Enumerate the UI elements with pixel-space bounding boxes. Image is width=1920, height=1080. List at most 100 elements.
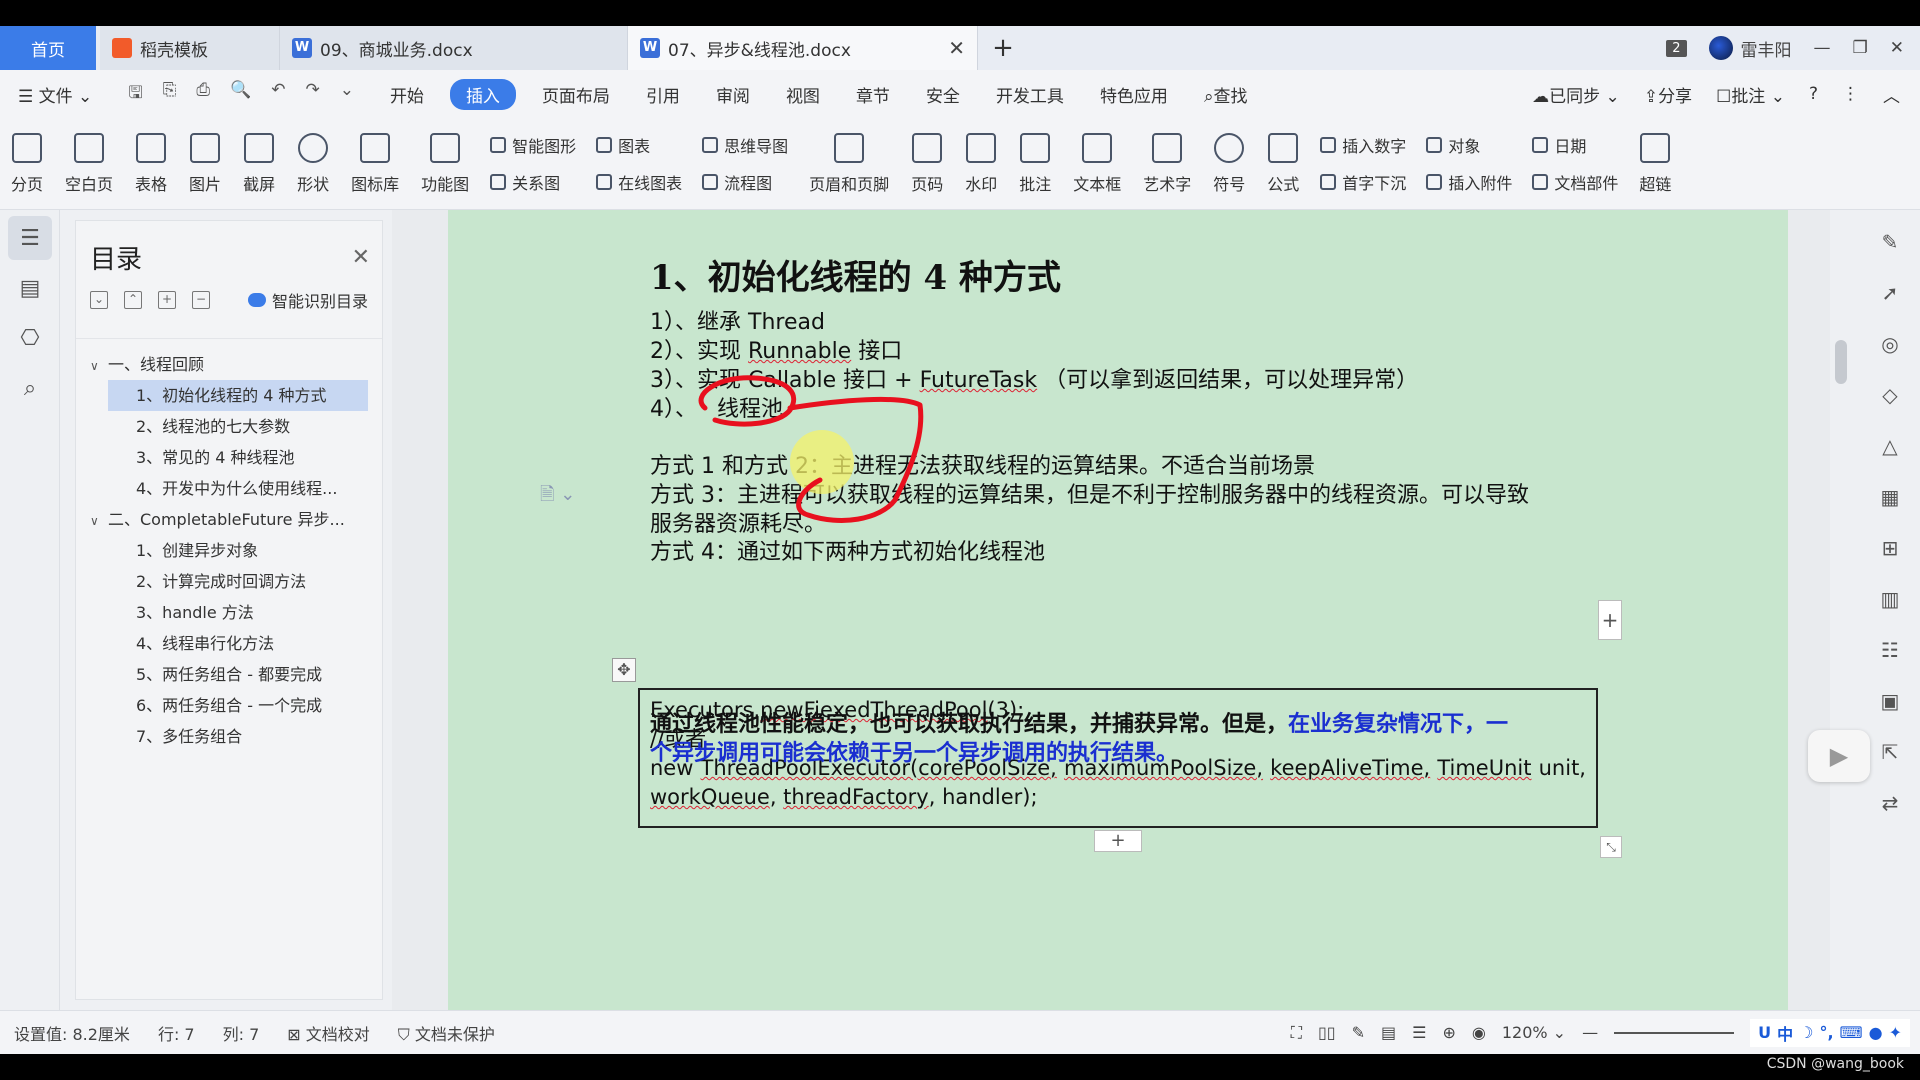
fullscreen-icon[interactable]: ⛶ [1291,1023,1302,1043]
new-tab-button[interactable]: + [978,26,1028,70]
shapes-icon[interactable]: ◇ [1875,383,1905,413]
redo-icon[interactable]: ↷ [305,80,319,109]
menu-chapter[interactable]: 章节 [838,82,908,107]
settings-sliders-icon[interactable]: ☷ [1875,638,1905,668]
user-account[interactable]: 雷丰阳 [1708,36,1792,61]
restore-icon[interactable]: ❐ [1853,38,1868,58]
ribbon-flowchart[interactable]: 流程图 [702,170,788,194]
style-icon[interactable]: △ [1875,434,1905,464]
zoom-out-icon[interactable]: — [1582,1023,1598,1042]
location-icon[interactable]: ◎ [1875,332,1905,362]
outline-view-icon[interactable]: ☰ [1412,1023,1426,1042]
ribbon-object[interactable]: 对象 [1426,133,1512,157]
search-button[interactable]: ⌕查找 [1186,82,1266,107]
tab-mall-business-doc[interactable]: W 09、商城业务.docx [280,26,628,70]
tab-home[interactable]: 首页 [0,26,96,70]
chart-tool-icon[interactable]: ▥ [1875,587,1905,617]
ribbon-hyperlink[interactable]: 超链 [1628,124,1682,204]
print-preview-icon[interactable]: 🔍 [230,80,251,109]
menu-view[interactable]: 视图 [768,82,838,107]
export-icon[interactable]: ⇱ [1875,740,1905,770]
ribbon-smart-graphic[interactable]: 智能图形 [490,133,576,157]
ribbon-blank-page[interactable]: 空白页 [54,124,124,204]
window-count-badge[interactable]: 2 [1666,39,1687,57]
ribbon-attachment[interactable]: 插入附件 [1426,170,1512,194]
save-icon[interactable]: 🖫 [128,80,142,109]
page-view-icon[interactable]: ▤ [1381,1023,1396,1042]
ribbon-table[interactable]: 表格 [124,124,178,204]
menu-start[interactable]: 开始 [372,82,442,107]
table-tool-icon[interactable]: ▦ [1875,485,1905,515]
ribbon-shape[interactable]: 形状 [286,124,340,204]
read-mode-icon[interactable]: ▯▯ [1318,1023,1336,1042]
pen-icon[interactable]: ✎ [1875,230,1905,260]
ribbon-insert-number[interactable]: 插入数字 [1320,133,1406,157]
ribbon-group-numbers: 插入数字 首字下沉 [1310,127,1416,201]
sync-status[interactable]: ☁已同步 ⌄ [1532,82,1620,107]
ribbon-doc-parts[interactable]: 文档部件 [1532,170,1618,194]
collapse-ribbon-icon[interactable]: ︿ [1883,82,1900,107]
close-window-icon[interactable]: ✕ [1890,38,1904,58]
print-icon[interactable]: ⎙ [196,80,210,109]
tab-docer-templates[interactable]: 稻壳模板 [100,26,280,70]
customize-icon[interactable]: ⌄ [340,80,354,109]
comment-button[interactable]: ☐批注 ⌄ [1716,82,1785,107]
more-icon[interactable]: ⋮ [1842,84,1859,104]
ribbon-comment[interactable]: 批注 [1008,124,1062,204]
grid-icon[interactable]: ⊞ [1875,536,1905,566]
ribbon-chart[interactable]: 图表 [596,133,682,157]
ribbon-date[interactable]: 日期 [1532,133,1618,157]
ribbon-picture[interactable]: 图片 [178,124,232,204]
floating-play-icon[interactable]: ▶ [1808,730,1870,782]
web-view-icon[interactable]: ⊕ [1442,1023,1455,1042]
ribbon-page-break[interactable]: 分页 [0,124,54,204]
menu-page-layout[interactable]: 页面布局 [524,82,628,107]
ime-toolbar[interactable]: U 中 ☽ °, ⌨ ● ✦ [1750,1018,1910,1047]
ribbon-header-footer[interactable]: 页眉和页脚 [798,124,900,204]
minimize-icon[interactable]: — [1814,38,1831,58]
menu-references[interactable]: 引用 [628,82,698,107]
proofread-button[interactable]: ⊠ 文档校对 [273,1021,384,1045]
image-tool-icon[interactable]: ▣ [1875,689,1905,719]
watermark: CSDN @wang_book [1766,1056,1904,1072]
ribbon-online-chart[interactable]: 在线图表 [596,170,682,194]
share-icon: ⇪ [1643,86,1659,107]
translate-icon[interactable]: ⇄ [1875,791,1905,821]
share-button[interactable]: ⇪分享 [1644,82,1692,107]
ribbon-label: 智能图形 [512,137,577,156]
ribbon-screenshot[interactable]: 截屏 [232,124,286,204]
ribbon-watermark[interactable]: 水印 [954,124,1008,204]
menu-features[interactable]: 特色应用 [1082,82,1186,107]
ribbon-page-number[interactable]: 页码 [900,124,954,204]
ribbon-formula[interactable]: 公式 [1256,124,1310,204]
ribbon-symbol[interactable]: 符号 [1202,124,1256,204]
menu-insert[interactable]: 插入 [449,78,516,110]
zoom-slider[interactable] [1614,1031,1735,1034]
ribbon-group-maps: 思维导图 流程图 [692,127,798,201]
help-icon[interactable]: ? [1809,84,1818,104]
menu-security[interactable]: 安全 [908,82,978,107]
bottom-black-band [0,1054,1920,1080]
ribbon-function-chart[interactable]: 功能图 [410,124,480,204]
undo-icon[interactable]: ↶ [271,80,285,109]
scroll-thumb[interactable] [1835,340,1847,384]
chart-icon [596,137,613,153]
ribbon-textbox[interactable]: 文本框 [1062,124,1132,204]
close-tab-icon[interactable]: ✕ [948,36,965,60]
ribbon-icon-library[interactable]: 图标库 [340,124,410,204]
ribbon-word-art[interactable]: 艺术字 [1132,124,1202,204]
ribbon-relation-chart[interactable]: 关系图 [490,170,576,194]
file-menu[interactable]: ☰ 文件 ⌄ [0,82,110,107]
vertical-scrollbar[interactable] [1830,210,1852,1010]
ribbon-mind-map[interactable]: 思维导图 [702,133,788,157]
eye-protect-icon[interactable]: ◉ [1472,1023,1486,1042]
zoom-level[interactable]: 120% ⌄ [1502,1023,1566,1042]
format-painter-icon[interactable]: ⎘ [163,80,177,109]
select-icon[interactable]: ➚ [1875,281,1905,311]
ribbon-drop-cap[interactable]: 首字下沉 [1320,170,1406,194]
protect-status[interactable]: ⛉ 文档未保护 [384,1021,509,1045]
menu-review[interactable]: 审阅 [698,82,768,107]
edit-mode-icon[interactable]: ✎ [1352,1023,1365,1042]
tab-async-threadpool-doc[interactable]: W 07、异步&线程池.docx ✕ [628,26,978,70]
menu-dev-tools[interactable]: 开发工具 [978,82,1082,107]
